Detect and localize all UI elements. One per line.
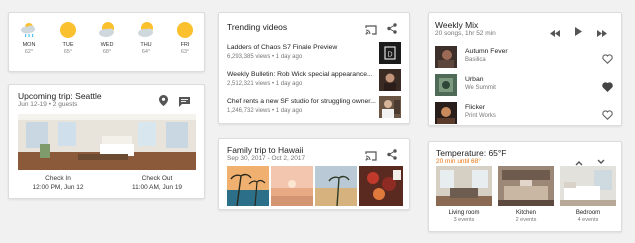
weather-day[interactable]: MON 62° — [9, 13, 49, 55]
weather-day-temp: 63° — [180, 49, 190, 55]
heart-outline-icon[interactable] — [602, 107, 613, 120]
room-events: 3 events — [453, 217, 475, 223]
next-icon[interactable] — [597, 24, 607, 42]
sun-icon — [58, 20, 78, 40]
room-image — [436, 166, 492, 206]
weekly-mix-card: Weekly Mix 20 songs, 1hr 52 min Autumn F… — [428, 12, 622, 126]
room-name: Kitchen — [515, 210, 536, 216]
photo-thumbnail[interactable] — [271, 166, 313, 206]
room-tile[interactable]: Kitchen 2 events — [498, 166, 554, 223]
video-title: Weekly Bulletin: Rob Wick special appear… — [227, 71, 373, 78]
weather-day[interactable]: FRI 63° — [165, 13, 204, 55]
song-artist: Basilica — [465, 57, 486, 63]
partly-cloudy-icon — [136, 20, 156, 40]
weather-day-name: MON — [22, 42, 36, 48]
family-trip-card[interactable]: Family trip to Hawaii Sep 30, 2017 - Oct… — [218, 138, 410, 210]
partly-cloudy-icon — [97, 20, 117, 40]
thermostat-card: Temperature: 65°F 20 min until 68° Livin… — [428, 141, 622, 232]
weather-day-temp: 68° — [102, 49, 112, 55]
mix-title: Weekly Mix — [435, 20, 479, 30]
song-row[interactable]: Urban We Summit — [435, 74, 615, 100]
photo-thumbnail[interactable] — [359, 166, 403, 206]
temperature-subtitle: 20 min until 68° — [436, 158, 481, 165]
album-art — [435, 46, 457, 68]
trending-videos-card: Trending videos Ladders of Chaos S7 Fina… — [218, 12, 410, 124]
song-title: Autumn Fever — [465, 48, 508, 55]
song-title: Urban — [465, 76, 484, 83]
svg-text:D: D — [387, 52, 392, 59]
check-out-value: 11:00 AM, Jun 19 — [131, 184, 183, 191]
weather-day-name: TUE — [62, 42, 74, 48]
weather-day-temp: 65° — [63, 49, 73, 55]
weather-day-temp: 64° — [141, 49, 151, 55]
mix-subtitle: 20 songs, 1hr 52 min — [435, 30, 496, 37]
weather-day[interactable]: WED 68° — [87, 13, 127, 55]
video-stats: 1,246,732 views • 1 day ago — [227, 108, 303, 114]
check-in-value: 12:00 PM, Jun 12 — [32, 184, 84, 191]
share-icon[interactable] — [387, 147, 397, 165]
room-name: Living room — [448, 210, 480, 216]
video-thumbnail: D — [379, 42, 401, 64]
room-photo — [18, 114, 196, 170]
trip-title: Upcoming trip: Seattle — [18, 91, 102, 101]
weather-day-name: THU — [140, 42, 152, 48]
room-events: 2 events — [515, 217, 537, 223]
photo-thumbnail[interactable] — [227, 166, 269, 207]
album-art — [435, 74, 457, 96]
cast-icon[interactable] — [365, 22, 377, 40]
room-name: Bedroom — [575, 210, 601, 216]
song-artist: We Summit — [465, 85, 496, 91]
trip-subtitle: Jun 12-19 • 2 guests — [18, 101, 78, 108]
video-title: Ladders of Chaos S7 Finale Preview — [227, 44, 338, 51]
song-artist: Print Works — [465, 113, 496, 119]
sun-icon — [175, 20, 195, 40]
previous-icon[interactable] — [550, 24, 560, 42]
temperature-title: Temperature: 65°F — [436, 148, 507, 158]
weather-day-name: FRI — [180, 42, 190, 48]
cast-icon[interactable] — [365, 148, 377, 166]
weather-day[interactable]: TUE 65° — [48, 13, 88, 55]
heart-outline-icon[interactable] — [602, 51, 613, 64]
room-tile[interactable]: Bedroom 4 events — [560, 166, 616, 223]
video-row[interactable]: Ladders of Chaos S7 Finale Preview 6,293… — [227, 42, 401, 70]
weather-day-name: WED — [100, 42, 114, 48]
upcoming-trip-card[interactable]: Upcoming trip: Seattle Jun 12-19 • 2 gue… — [8, 84, 205, 199]
play-icon[interactable] — [575, 23, 582, 41]
video-stats: 2,512,321 views • 1 day ago — [227, 81, 303, 87]
video-thumbnail — [379, 96, 401, 118]
family-trip-title: Family trip to Hawaii — [227, 145, 304, 155]
room-tile[interactable]: Living room 3 events — [436, 166, 492, 223]
room-image — [498, 166, 554, 206]
room-image — [560, 166, 616, 206]
family-trip-subtitle: Sep 30, 2017 - Oct 2, 2017 — [227, 155, 306, 162]
song-title: Flicker — [465, 104, 486, 111]
check-out-label: Check Out — [141, 175, 173, 182]
weather-day[interactable]: THU 64° — [126, 13, 166, 55]
video-thumbnail — [379, 69, 401, 91]
video-title: Chef rents a new SF studio for strugglin… — [227, 98, 376, 105]
video-stats: 6,293,385 views • 1 day ago — [227, 54, 303, 60]
room-events: 4 events — [577, 217, 599, 223]
heart-filled-icon[interactable] — [602, 79, 613, 92]
song-row[interactable]: Autumn Fever Basilica — [435, 46, 615, 72]
share-icon[interactable] — [387, 21, 397, 39]
map-pin-icon[interactable] — [159, 93, 168, 111]
check-in-label: Check In — [45, 175, 71, 182]
album-art — [435, 102, 457, 124]
weather-card: MON 62° TUE 65° WED 68° THU 64° FRI 63° — [8, 12, 205, 72]
video-row[interactable]: Weekly Bulletin: Rob Wick special appear… — [227, 69, 401, 97]
rain-cloud-icon — [19, 20, 39, 40]
weather-day-temp: 62° — [24, 49, 34, 55]
video-row[interactable]: Chef rents a new SF studio for strugglin… — [227, 96, 401, 123]
trending-title: Trending videos — [227, 22, 288, 32]
song-row[interactable]: Flicker Print Works — [435, 102, 615, 125]
photo-thumbnail[interactable] — [315, 166, 357, 207]
message-icon[interactable] — [179, 94, 190, 112]
